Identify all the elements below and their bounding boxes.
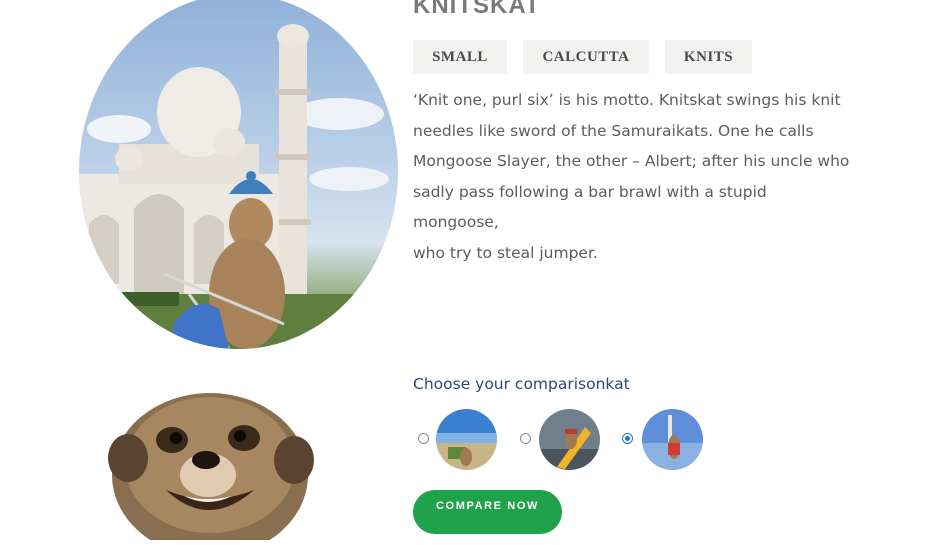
comparison-radio-3[interactable] — [622, 433, 633, 444]
tag-category: KNITS — [665, 40, 752, 74]
description-line: needles like sword of the Samuraikats. O… — [413, 121, 814, 140]
comparison-radio-1[interactable] — [418, 433, 429, 444]
comparison-option-seaside[interactable] — [642, 409, 703, 470]
tag-location: CALCUTTA — [523, 40, 649, 74]
compare-now-button[interactable]: COMPARE NOW — [413, 490, 562, 534]
product-photo — [79, 0, 398, 349]
description-line: Mongoose Slayer, the other – Albert; aft… — [413, 152, 850, 170]
tag-size: SMALL — [413, 40, 507, 74]
mascot-image — [104, 380, 324, 545]
description-line: ‘Knit one, purl six’ is his motto. Knits… — [413, 91, 841, 109]
comparison-heading: Choose your comparisonkat — [413, 375, 630, 393]
comparison-option-beach[interactable] — [436, 409, 497, 470]
product-title: KNITSKAT — [413, 0, 541, 19]
product-description: ‘Knit one, purl six’ is his motto. Knits… — [413, 85, 853, 268]
comparison-option-surfer[interactable] — [539, 409, 600, 470]
description-line: sadly pass following a bar brawl with a … — [413, 182, 767, 232]
comparison-radio-2[interactable] — [520, 433, 531, 444]
description-line: who try to steal jumper. — [413, 243, 598, 262]
